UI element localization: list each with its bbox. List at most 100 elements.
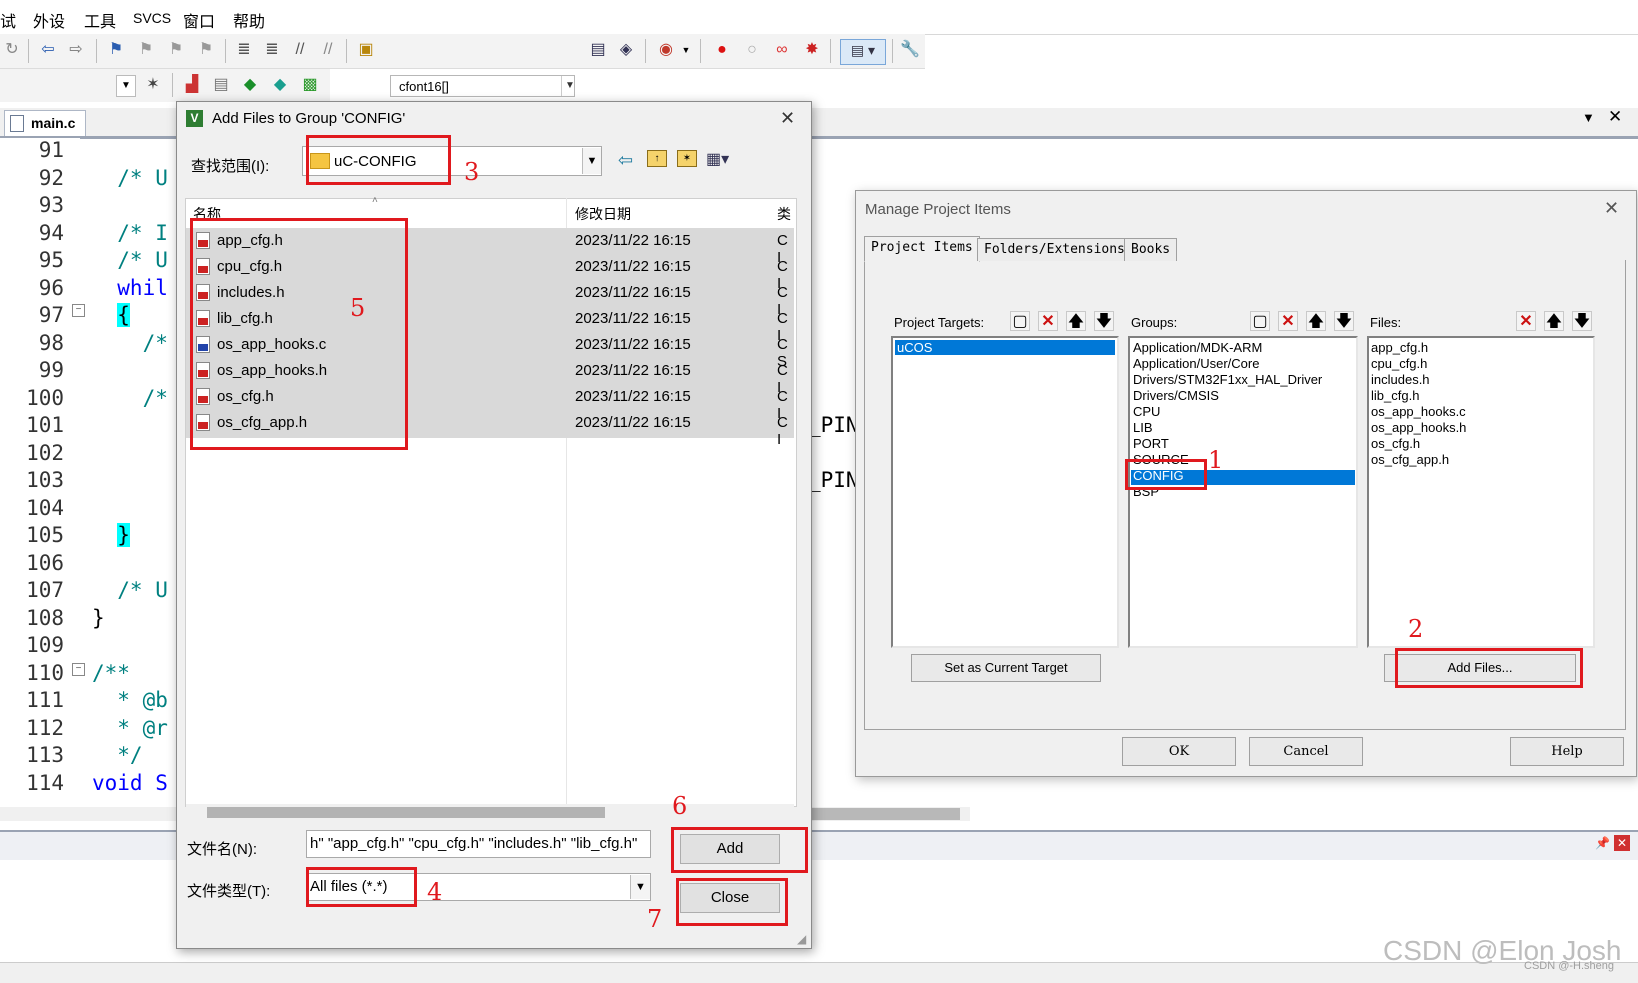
set-current-target-button[interactable]: Set as Current Target (911, 654, 1101, 682)
targets-list[interactable] (891, 336, 1119, 648)
bookmark-prev-icon[interactable]: ⚑ (136, 40, 156, 60)
breakpoint-disable-icon[interactable]: ○ (742, 40, 762, 60)
breakpoint-disable-all-icon[interactable]: ∞ (772, 40, 792, 60)
configure-icon[interactable]: 🔧 (900, 40, 920, 60)
code-line: } (92, 605, 105, 630)
help-button[interactable]: Help (1510, 737, 1624, 766)
project-file-item[interactable]: os_cfg_app.h (1371, 452, 1449, 467)
group-item[interactable]: Application/MDK-ARM (1133, 340, 1262, 355)
build-toolbar: ▼ ✶ ▟ ▤ ◆ ◆ ▩ (0, 69, 330, 102)
nav-forward-icon[interactable]: ⇨ (66, 40, 86, 60)
group-item[interactable]: Application/User/Core (1133, 356, 1259, 371)
new-folder-icon[interactable]: ✶ (677, 150, 697, 167)
fold-toggle-icon[interactable]: − (72, 663, 85, 676)
find-icon[interactable]: ▤ (588, 40, 608, 60)
move-up-icon[interactable]: 🡅 (1544, 311, 1564, 331)
bookmark-clear-icon[interactable]: ⚑ (196, 40, 216, 60)
window-layout-icon[interactable]: ▤ ▾ (840, 39, 886, 65)
close-icon[interactable]: ✕ (1604, 198, 1619, 219)
chevron-down-icon[interactable]: ▼ (116, 75, 136, 97)
delete-icon[interactable]: ✕ (1516, 311, 1536, 331)
ok-button[interactable]: OK (1122, 737, 1236, 766)
menu-debug[interactable]: 试 (0, 8, 16, 32)
line-number: 95 (38, 248, 64, 272)
tab-books[interactable]: Books (1124, 238, 1178, 261)
project-file-item[interactable]: os_app_hooks.c (1371, 404, 1466, 419)
chevron-down-icon[interactable]: ▼ (676, 40, 696, 60)
uncomment-icon[interactable]: // (318, 40, 338, 60)
group-item[interactable]: LIB (1133, 420, 1153, 435)
scroll-thumb[interactable] (207, 807, 605, 818)
project-file-item[interactable]: lib_cfg.h (1371, 388, 1419, 403)
file-type-label: 文件类型(T): (187, 883, 271, 900)
incremental-find-icon[interactable]: ◈ (616, 40, 636, 60)
move-up-icon[interactable]: 🡅 (1306, 311, 1326, 331)
project-file-item[interactable]: app_cfg.h (1371, 340, 1428, 355)
manage-project-items-icon[interactable]: ▟ (182, 75, 202, 95)
close-icon[interactable]: ✕ (1608, 107, 1622, 127)
find-in-files-icon[interactable]: ▣ (356, 40, 376, 60)
code-line: /* (92, 385, 168, 410)
group-item[interactable]: CPU (1133, 404, 1160, 419)
cancel-button[interactable]: Cancel (1249, 737, 1363, 766)
delete-icon[interactable]: ✕ (1278, 311, 1298, 331)
group-item[interactable]: Drivers/STM32F1xx_HAL_Driver (1133, 372, 1322, 387)
group-item[interactable]: PORT (1133, 436, 1169, 451)
list-item[interactable]: uCOS (897, 340, 932, 355)
view-menu-icon[interactable]: ▦▾ (706, 149, 729, 169)
find-combo[interactable]: cfont16[] (390, 75, 575, 97)
menu-help[interactable]: 帮助 (233, 8, 265, 32)
copy-stack-icon[interactable]: ▤ (211, 75, 231, 95)
back-arrow-icon[interactable]: ⇦ (618, 150, 633, 171)
chevron-down-icon[interactable]: ▼ (1582, 110, 1595, 125)
tab-folders-extensions[interactable]: Folders/Extensions (977, 238, 1132, 261)
move-up-icon[interactable]: 🡅 (1066, 311, 1086, 331)
delete-icon[interactable]: ✕ (1038, 311, 1058, 331)
menu-window[interactable]: 窗口 (183, 8, 215, 32)
project-file-item[interactable]: cpu_cfg.h (1371, 356, 1427, 371)
bookmark-icon[interactable]: ⚑ (106, 40, 126, 60)
comment-icon[interactable]: // (290, 40, 310, 60)
matched-brace: } (117, 523, 130, 547)
chevron-down-icon[interactable]: ▼ (582, 148, 601, 174)
group-item[interactable]: Drivers/CMSIS (1133, 388, 1219, 403)
move-down-icon[interactable]: 🡇 (1334, 311, 1354, 331)
new-item-icon[interactable]: ▢ (1250, 311, 1270, 331)
column-header-date[interactable]: 修改日期 (575, 204, 631, 224)
menu-svcs[interactable]: SVCS (133, 10, 171, 26)
bookmark-next-icon[interactable]: ⚑ (166, 40, 186, 60)
close-icon[interactable]: ✕ (1614, 835, 1630, 851)
file-name-input[interactable]: h" "app_cfg.h" "cpu_cfg.h" "includes.h" … (306, 830, 651, 858)
file-icon (10, 115, 24, 132)
project-file-item[interactable]: includes.h (1371, 372, 1430, 387)
indent-icon[interactable]: ≣ (234, 40, 254, 60)
green-diamond-icon[interactable]: ◆ (240, 75, 260, 95)
unindent-icon[interactable]: ≣ (262, 40, 282, 60)
up-folder-icon[interactable]: ↑ (647, 150, 667, 167)
move-down-icon[interactable]: 🡇 (1094, 311, 1114, 331)
menu-tools[interactable]: 工具 (84, 8, 116, 32)
project-file-item[interactable]: os_cfg.h (1371, 436, 1420, 451)
fold-toggle-icon[interactable]: − (72, 304, 85, 317)
new-item-icon[interactable]: ▢ (1010, 311, 1030, 331)
tab-project-items[interactable]: Project Items (864, 236, 980, 262)
chevron-down-icon[interactable]: ▼ (561, 76, 578, 96)
project-file-item[interactable]: os_app_hooks.h (1371, 420, 1466, 435)
breakpoint-kill-all-icon[interactable]: ✸ (802, 40, 822, 60)
close-icon[interactable]: ✕ (780, 108, 795, 129)
move-down-icon[interactable]: 🡇 (1572, 311, 1592, 331)
menu-peripherals[interactable]: 外设 (33, 8, 65, 32)
pin-icon[interactable]: 📌 (1595, 836, 1610, 850)
redo-icon[interactable]: ↻ (2, 40, 22, 60)
nav-back-icon[interactable]: ⇦ (38, 40, 58, 60)
breakpoint-insert-icon[interactable]: ● (712, 40, 732, 60)
file-date: 2023/11/22 16:15 (575, 336, 691, 353)
packs-icon[interactable]: ◆ (270, 75, 290, 95)
pack-installer-icon[interactable]: ▩ (300, 75, 320, 95)
annotation-box (306, 867, 417, 907)
debug-session-icon[interactable]: ◉ (656, 40, 676, 60)
resize-grip-icon[interactable]: ◢ (797, 932, 806, 946)
options-wand-icon[interactable]: ✶ (143, 75, 163, 95)
column-header-type[interactable]: 类 (777, 204, 791, 224)
chevron-down-icon[interactable]: ▼ (630, 875, 650, 899)
